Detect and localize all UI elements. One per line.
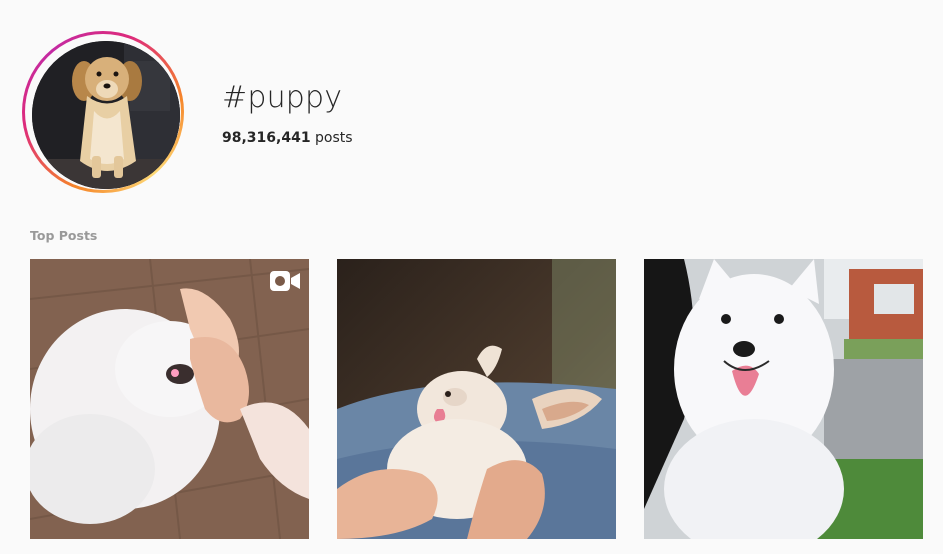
page-title: #puppy — [222, 80, 343, 115]
post-tile-1[interactable] — [30, 259, 309, 539]
top-posts-grid — [30, 259, 923, 539]
video-camera-icon — [269, 269, 301, 293]
post-count-number: 98,316,441 — [222, 130, 311, 146]
top-posts-heading: Top Posts — [30, 228, 98, 243]
post-count-label: posts — [315, 130, 353, 146]
avatar — [32, 41, 180, 189]
post-count: 98,316,441 posts — [222, 130, 353, 146]
post-tile-2[interactable] — [337, 259, 616, 539]
post-image-samoyed — [644, 259, 923, 539]
hashtag-avatar[interactable] — [22, 31, 184, 193]
post-image-fluffy-puppy — [30, 259, 309, 539]
golden-retriever-photo — [32, 41, 180, 189]
post-image-chihuahua — [337, 259, 616, 539]
hashtag-page: #puppy 98,316,441 posts Top Posts — [0, 0, 943, 554]
post-tile-3[interactable] — [644, 259, 923, 539]
